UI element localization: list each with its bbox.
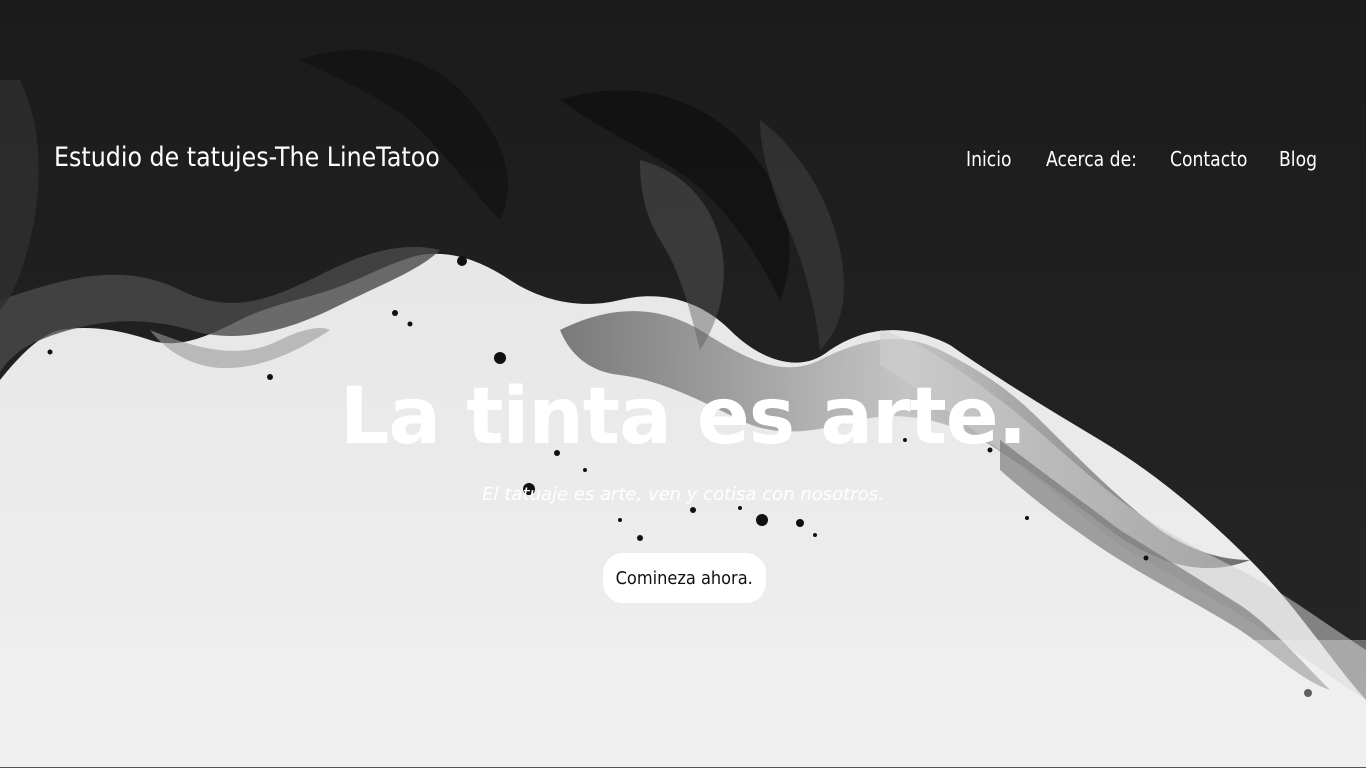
start-now-button[interactable]: Comineza ahora.	[603, 553, 766, 603]
nav-item-contacto[interactable]: Contacto	[1170, 147, 1247, 171]
site-header: Estudio de tatujes-The LineTatoo Inicio …	[0, 0, 1366, 320]
start-now-button-label: Comineza ahora.	[615, 567, 754, 589]
hero-subheadline: El tatuaje es arte, ven y cotisa con nos…	[482, 484, 884, 505]
main-nav: Inicio Acerca de: Contacto Blog	[0, 147, 1366, 175]
hero-headline: La tinta es arte.	[339, 372, 1028, 462]
nav-item-inicio[interactable]: Inicio	[966, 147, 1012, 171]
nav-item-blog[interactable]: Blog	[1279, 147, 1317, 171]
nav-item-acerca-de[interactable]: Acerca de:	[1046, 147, 1137, 171]
hero-section: Estudio de tatujes-The LineTatoo Inicio …	[0, 0, 1366, 768]
